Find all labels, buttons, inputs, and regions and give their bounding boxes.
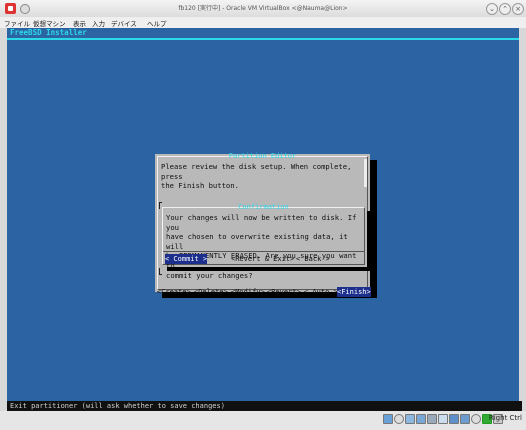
- host-key-label: Right Ctrl: [488, 414, 522, 422]
- confirmation-dialog: Confirmation Your changes will now be wr…: [160, 203, 367, 280]
- menu-devices[interactable]: デバイス: [111, 18, 137, 28]
- menu-view[interactable]: 表示: [73, 18, 86, 28]
- confirmation-text-line: commit your changes?: [166, 270, 253, 280]
- usb-icon[interactable]: [427, 414, 437, 424]
- partition-editor-buttons: <Create> <Delete> <Modify> <Revert> < Au…: [157, 287, 371, 297]
- revert-exit-button[interactable]: <Revert & Exit>: [231, 254, 294, 264]
- video-capture-icon[interactable]: [460, 414, 470, 424]
- modify-button[interactable]: <Modify>: [231, 287, 265, 297]
- menu-help[interactable]: ヘルプ: [147, 18, 167, 28]
- menu-machine[interactable]: 仮想マシン: [33, 18, 66, 28]
- confirmation-text: Your changes will now be written to disk…: [166, 213, 364, 280]
- partition-editor-scrollbar[interactable]: [364, 159, 367, 187]
- network-icon[interactable]: [416, 414, 426, 424]
- partition-list-frame-bottom: [159, 268, 162, 275]
- window-title: fb120 [実行中] - Oracle VM VirtualBox <@Nau…: [178, 5, 348, 12]
- back-button[interactable]: < Back >: [296, 254, 330, 264]
- auto-button[interactable]: < Auto >: [304, 287, 338, 297]
- window-title-bar: fb120 [実行中] - Oracle VM VirtualBox <@Nau…: [0, 0, 526, 18]
- window-right-edge: [519, 28, 526, 411]
- menu-input[interactable]: 入力: [92, 18, 105, 28]
- create-button[interactable]: <Create>: [157, 287, 191, 297]
- minimize-button[interactable]: ⌄: [486, 3, 498, 15]
- delete-button[interactable]: <Delete>: [194, 287, 228, 297]
- close-button[interactable]: ×: [512, 3, 524, 15]
- cpu-icon[interactable]: [471, 414, 481, 424]
- partition-editor-text-line: the Finish button.: [161, 181, 239, 190]
- partition-editor-title: Partition Editor: [228, 152, 297, 160]
- vm-display[interactable]: FreeBSD Installer Partition Editor Pleas…: [7, 28, 522, 411]
- partition-editor-text: Please review the disk setup. When compl…: [161, 162, 366, 191]
- partition-editor-text-line: Please review the disk setup. When compl…: [161, 162, 352, 181]
- confirmation-text-line: Your changes will now be written to disk…: [166, 213, 357, 232]
- commit-button[interactable]: < Commit >: [165, 254, 208, 264]
- optical-drive-icon[interactable]: [394, 414, 404, 424]
- hard-disk-icon[interactable]: [383, 414, 393, 424]
- audio-icon[interactable]: [405, 414, 415, 424]
- confirmation-separator: [163, 251, 364, 252]
- window-left-edge: [0, 28, 7, 411]
- display-icon[interactable]: [449, 414, 459, 424]
- host-status-bar: Right Ctrl: [0, 411, 526, 430]
- shared-folder-icon[interactable]: [438, 414, 448, 424]
- finish-button[interactable]: <Finish>: [337, 287, 371, 297]
- maximize-button[interactable]: ⌃: [499, 3, 511, 15]
- menu-file[interactable]: ファイル: [4, 18, 30, 28]
- revert-button[interactable]: <Revert>: [267, 287, 301, 297]
- menu-bar: ファイル 仮想マシン 表示 入力 デバイス ヘルプ: [0, 17, 526, 28]
- confirmation-buttons: < Commit > <Revert & Exit> < Back >: [165, 254, 363, 264]
- header-divider: [7, 38, 519, 40]
- confirmation-text-line: have chosen to overwrite existing data, …: [166, 232, 348, 251]
- confirmation-title: Confirmation: [238, 203, 289, 211]
- installer-status-line: Exit partitioner (will ask whether to sa…: [7, 401, 522, 411]
